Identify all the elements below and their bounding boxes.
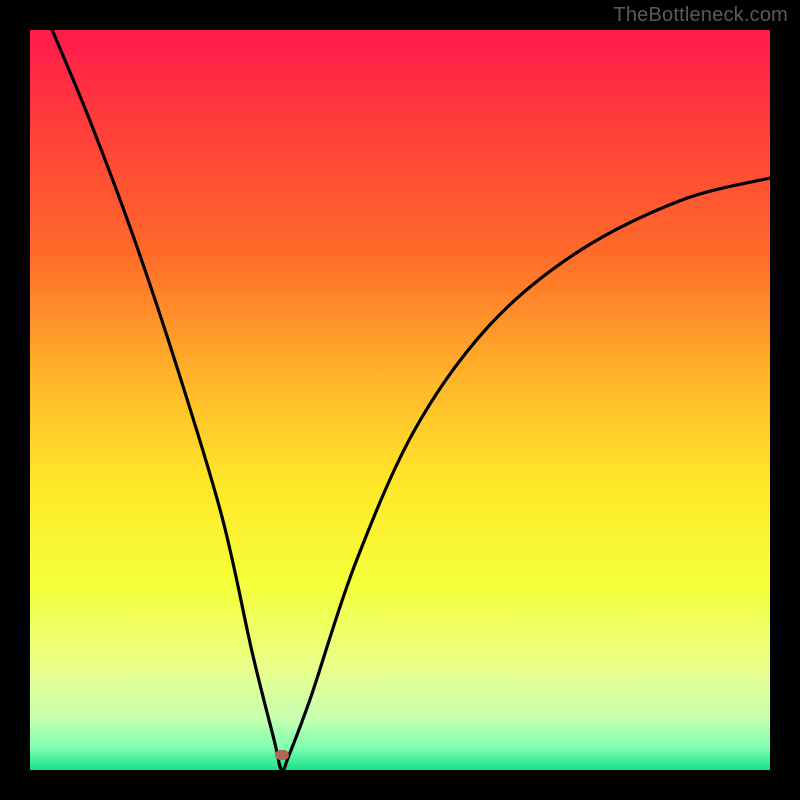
chart-container: TheBottleneck.com <box>0 0 800 800</box>
bottleneck-curve <box>30 30 770 770</box>
minimum-marker <box>275 750 289 760</box>
plot-area <box>30 30 770 770</box>
watermark-text: TheBottleneck.com <box>613 4 788 27</box>
